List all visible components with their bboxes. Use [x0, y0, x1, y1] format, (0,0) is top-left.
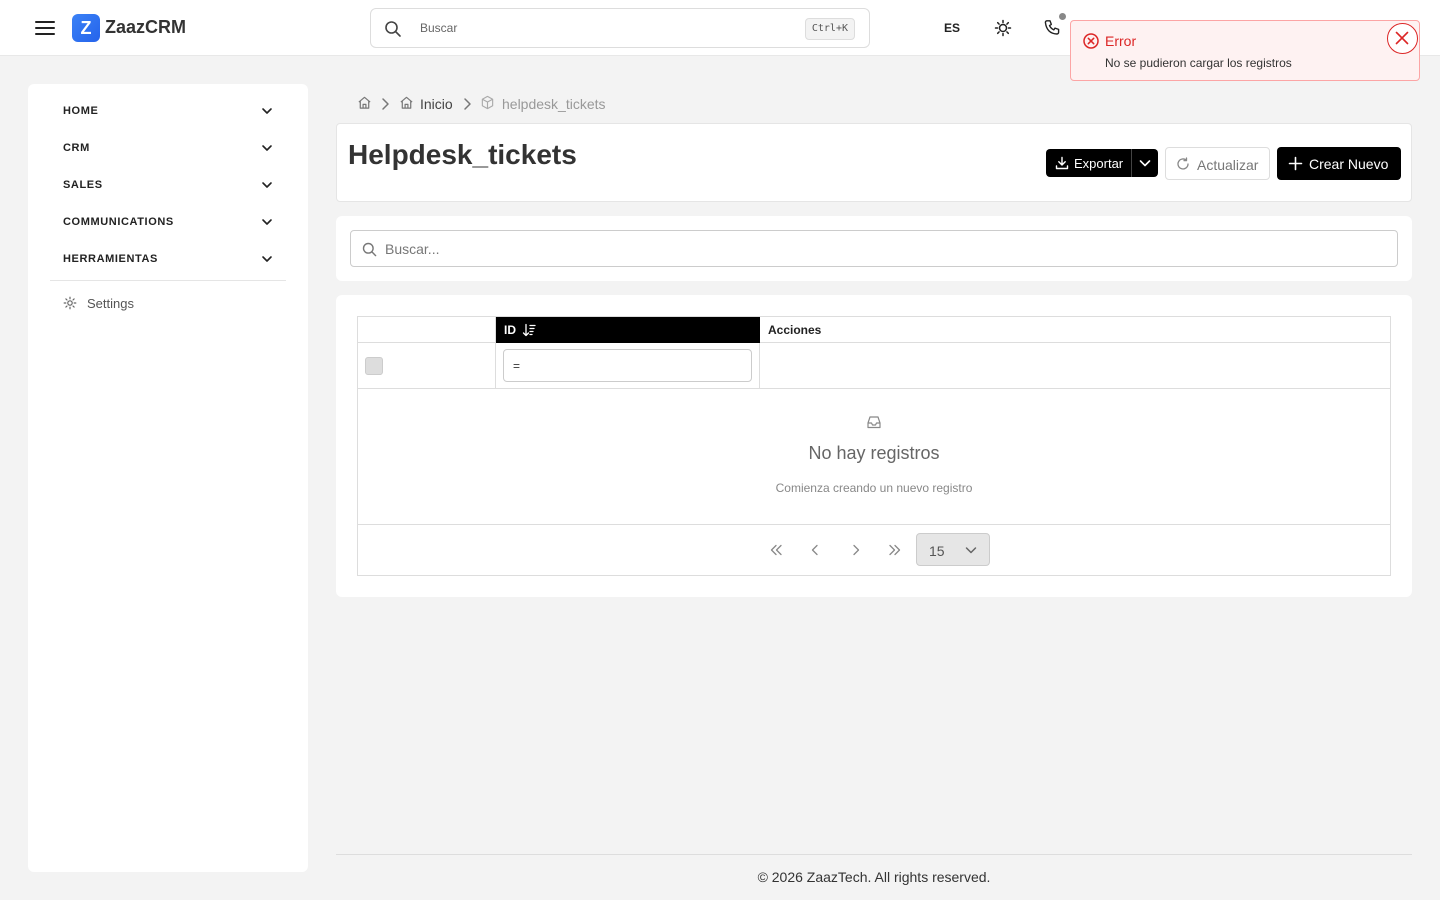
column-header-label: Acciones: [768, 323, 822, 337]
language-switcher[interactable]: ES: [944, 21, 960, 35]
plus-icon: [1288, 156, 1303, 171]
close-icon[interactable]: [1387, 23, 1418, 54]
filter-row: [358, 343, 1390, 389]
table-card: ID Acciones No hay registros Comienza cr…: [336, 295, 1412, 597]
select-all-cell: [358, 343, 496, 389]
home-icon[interactable]: [357, 95, 372, 115]
sidebar-item-communications[interactable]: COMMUNICATIONS: [50, 207, 286, 237]
export-label: Exportar: [1074, 156, 1124, 171]
box-icon: [480, 95, 495, 115]
empty-title: No hay registros: [808, 443, 940, 463]
sidebar-item-crm[interactable]: CRM: [50, 133, 286, 163]
gear-icon: [63, 296, 77, 315]
column-header-label: ID: [504, 323, 516, 337]
chevrons-left-icon: [770, 544, 782, 556]
chevron-right-icon: [853, 544, 860, 556]
sidebar-item-sales[interactable]: SALES: [50, 170, 286, 200]
chevron-down-icon: [260, 141, 274, 160]
phone-icon[interactable]: [1043, 19, 1061, 42]
breadcrumb-inicio[interactable]: Inicio: [420, 96, 453, 112]
export-button[interactable]: Exportar: [1046, 149, 1130, 177]
export-dropdown-toggle[interactable]: [1131, 149, 1158, 177]
page-title: Helpdesk_tickets: [348, 139, 577, 170]
sidebar-divider: [50, 280, 286, 281]
chevron-down-icon: [965, 547, 977, 554]
global-search[interactable]: Buscar Ctrl+K: [370, 8, 870, 48]
refresh-button[interactable]: Actualizar: [1165, 147, 1270, 180]
inbox-icon: [866, 414, 882, 435]
page-size-select[interactable]: 15: [916, 533, 990, 566]
menu-icon[interactable]: [34, 17, 56, 39]
sidebar-item-label: HOME: [63, 105, 99, 117]
chevron-right-icon: [379, 97, 391, 116]
id-filter-input[interactable]: [503, 349, 752, 382]
sidebar-item-settings[interactable]: Settings: [50, 290, 286, 316]
select-column-header: [358, 317, 496, 343]
global-search-placeholder: Buscar: [420, 21, 458, 35]
select-all-checkbox[interactable]: [365, 357, 383, 375]
pagination: 15: [358, 525, 1390, 575]
sun-icon[interactable]: [994, 19, 1012, 42]
logo-mark[interactable]: Z: [72, 14, 100, 42]
search-input[interactable]: [385, 232, 1385, 265]
page-header: Helpdesk_tickets Exportar Actualizar Cre…: [336, 123, 1412, 202]
sidebar-item-label: CRM: [63, 142, 90, 154]
shortcut-hint: Ctrl+K: [804, 18, 855, 40]
chevrons-right-icon: [889, 544, 901, 556]
chevron-down-icon: [260, 252, 274, 271]
download-icon: [1055, 156, 1069, 170]
last-page-button[interactable]: [885, 540, 905, 560]
search-icon: [384, 20, 402, 43]
records-search: [350, 230, 1398, 267]
chevron-down-icon: [1139, 160, 1151, 167]
first-page-button[interactable]: [766, 540, 786, 560]
breadcrumb-current: helpdesk_tickets: [502, 96, 606, 112]
phone-status-dot: [1059, 13, 1066, 20]
records-table: ID Acciones No hay registros Comienza cr…: [357, 316, 1391, 576]
create-new-label: Crear Nuevo: [1309, 156, 1389, 172]
chevron-right-icon: [461, 97, 473, 116]
previous-page-button[interactable]: [805, 540, 825, 560]
sidebar: HOME CRM SALES COMMUNICATIONS HERRAMIENT…: [28, 84, 308, 872]
refresh-label: Actualizar: [1197, 157, 1259, 173]
toast-message: No se pudieron cargar los registros: [1105, 56, 1292, 70]
column-header-id[interactable]: ID: [496, 317, 760, 343]
sidebar-item-herramientas[interactable]: HERRAMIENTAS: [50, 244, 286, 274]
export-button-group: Exportar: [1046, 149, 1158, 177]
page-size-value: 15: [929, 543, 945, 559]
empty-state: No hay registros Comienza creando un nue…: [358, 389, 1390, 525]
empty-subtitle: Comienza creando un nuevo registro: [775, 481, 973, 495]
sidebar-item-label: COMMUNICATIONS: [63, 216, 174, 228]
toast-title: Error: [1105, 33, 1137, 49]
sort-descending-icon: [522, 323, 536, 337]
sidebar-item-home[interactable]: HOME: [50, 96, 286, 126]
footer-copyright: © 2026 ZaazTech. All rights reserved.: [757, 869, 991, 885]
chevron-down-icon: [260, 104, 274, 123]
chevron-down-icon: [260, 178, 274, 197]
create-new-button[interactable]: Crear Nuevo: [1277, 147, 1401, 180]
search-icon: [362, 242, 377, 257]
chevron-left-icon: [811, 544, 818, 556]
footer-divider: [336, 854, 1412, 855]
app-name[interactable]: ZaazCRM: [105, 17, 186, 38]
error-toast: Error No se pudieron cargar los registro…: [1070, 20, 1420, 81]
sidebar-item-label: HERRAMIENTAS: [63, 253, 158, 265]
home-icon: [399, 95, 414, 115]
error-icon: [1082, 32, 1100, 55]
chevron-down-icon: [260, 215, 274, 234]
id-filter-cell: [496, 343, 760, 389]
refresh-icon: [1177, 157, 1189, 170]
search-card: [336, 216, 1412, 281]
sidebar-item-label: SALES: [63, 179, 103, 191]
next-page-button[interactable]: [846, 540, 866, 560]
table-header-row: ID Acciones: [358, 317, 1390, 343]
settings-label: Settings: [87, 296, 134, 311]
